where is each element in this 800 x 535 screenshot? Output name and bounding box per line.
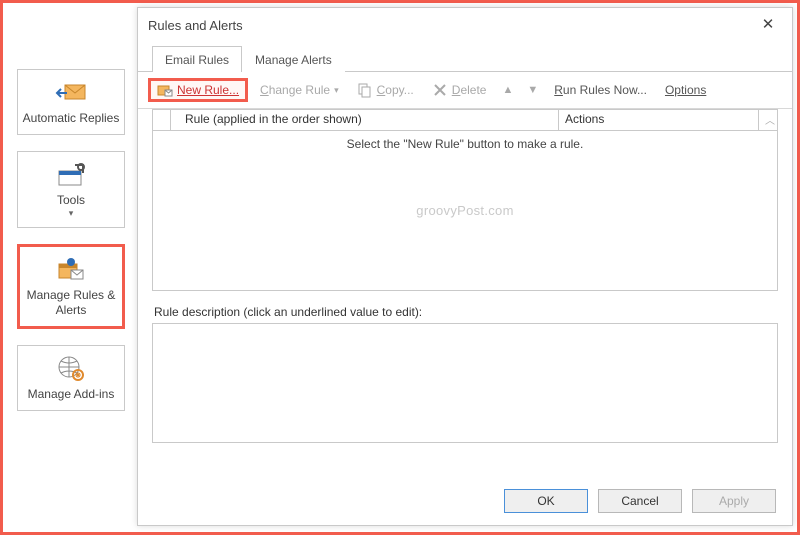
- tools-button[interactable]: Tools ▾: [17, 151, 125, 228]
- manage-addins-icon: [55, 355, 87, 383]
- rules-toolbar: New Rule... Change Rule ▾ Copy... Delete…: [138, 72, 792, 109]
- apply-button: Apply: [692, 489, 776, 513]
- copy-icon: [357, 82, 373, 98]
- manage-addins-label: Manage Add-ins: [22, 387, 120, 402]
- options-button[interactable]: Options: [659, 80, 712, 100]
- ok-button[interactable]: OK: [504, 489, 588, 513]
- rule-column-header: Rule (applied in the order shown): [171, 110, 559, 130]
- rule-description-box: [152, 323, 778, 443]
- move-down-button: ▼: [523, 84, 542, 96]
- dialog-button-row: OK Cancel Apply: [504, 489, 776, 513]
- automatic-replies-label: Automatic Replies: [22, 111, 120, 126]
- tab-email-rules[interactable]: Email Rules: [152, 46, 242, 72]
- close-button[interactable]: ✕: [754, 11, 782, 39]
- new-rule-icon: [157, 82, 173, 98]
- dialog-title: Rules and Alerts: [148, 18, 243, 33]
- delete-rule-button: Delete: [426, 79, 493, 101]
- scroll-up-icon: ︿: [759, 110, 777, 130]
- checkbox-column-header: [153, 110, 171, 130]
- run-rules-now-button[interactable]: Run Rules Now...: [548, 80, 653, 100]
- manage-addins-button[interactable]: Manage Add-ins: [17, 345, 125, 411]
- watermark-text: groovyPost.com: [153, 203, 777, 218]
- manage-rules-label: Manage Rules & Alerts: [24, 288, 118, 318]
- copy-rule-label: Copy...: [377, 83, 414, 97]
- rules-list-header: Rule (applied in the order shown) Action…: [152, 109, 778, 131]
- chevron-down-icon: ▾: [334, 85, 339, 96]
- dialog-titlebar: Rules and Alerts ✕: [138, 8, 792, 42]
- rule-description-label: Rule description (click an underlined va…: [154, 305, 776, 319]
- tools-label: Tools: [22, 193, 120, 208]
- cancel-button[interactable]: Cancel: [598, 489, 682, 513]
- move-up-button: ▲: [498, 84, 517, 96]
- change-rule-button: Change Rule ▾: [254, 80, 345, 100]
- tools-icon: [55, 161, 87, 189]
- change-rule-label: Change Rule: [260, 83, 330, 97]
- rules-list-body: Select the "New Rule" button to make a r…: [152, 131, 778, 291]
- tab-manage-alerts[interactable]: Manage Alerts: [242, 46, 345, 72]
- new-rule-button[interactable]: New Rule...: [148, 78, 248, 102]
- options-label: Options: [665, 83, 706, 97]
- automatic-replies-icon: [55, 79, 87, 107]
- automatic-replies-button[interactable]: Automatic Replies: [17, 69, 125, 135]
- rules-and-alerts-dialog: Rules and Alerts ✕ Email Rules Manage Al…: [137, 7, 793, 526]
- run-rules-now-label: Run Rules Now...: [554, 83, 647, 97]
- delete-icon: [432, 82, 448, 98]
- rules-empty-hint: Select the "New Rule" button to make a r…: [153, 137, 777, 151]
- new-rule-label: New Rule...: [177, 83, 239, 97]
- manage-rules-icon: [55, 256, 87, 284]
- manage-rules-alerts-button[interactable]: Manage Rules & Alerts: [17, 244, 125, 329]
- chevron-down-icon: ▾: [22, 208, 120, 219]
- dialog-tabs: Email Rules Manage Alerts: [138, 42, 792, 72]
- delete-rule-label: Delete: [452, 83, 487, 97]
- actions-column-header: Actions: [559, 110, 759, 130]
- copy-rule-button: Copy...: [351, 79, 420, 101]
